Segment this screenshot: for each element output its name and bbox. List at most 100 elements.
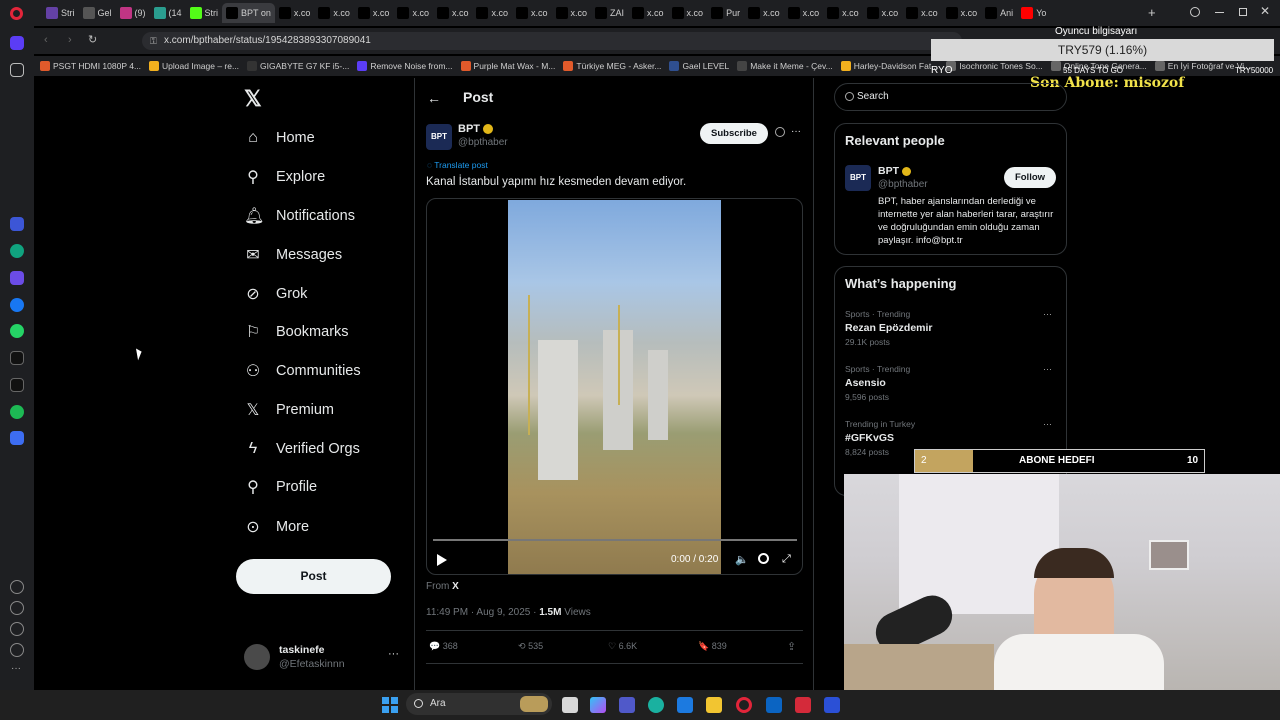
sidebar-more-icon[interactable]: ··· xyxy=(11,663,21,674)
person-avatar[interactable]: BPT xyxy=(845,165,871,191)
browser-tab[interactable]: x.co xyxy=(393,3,433,23)
browser-tab[interactable]: x.co xyxy=(668,3,708,23)
browser-tab[interactable]: x.co xyxy=(942,3,982,23)
reply-action[interactable]: 💬 368 xyxy=(429,641,458,652)
browser-tab[interactable]: Stri xyxy=(42,3,79,23)
browser-tab[interactable]: x.co xyxy=(354,3,394,23)
subscribe-button[interactable]: Subscribe xyxy=(700,123,768,144)
repost-action[interactable]: ⟲ 535 xyxy=(518,641,543,652)
search-box[interactable]: Search xyxy=(834,83,1067,111)
trend-more-icon[interactable]: ··· xyxy=(1043,309,1052,319)
tiktok-sidebar-icon[interactable] xyxy=(10,351,24,365)
store-icon[interactable] xyxy=(677,697,693,713)
person-name[interactable]: BPT xyxy=(878,165,911,177)
browser-tab[interactable]: x.co xyxy=(744,3,784,23)
new-tab-button[interactable]: + xyxy=(1148,6,1156,19)
nav-item-messages[interactable]: ✉ Messages xyxy=(244,243,342,267)
browser-tab[interactable]: BPT on xyxy=(222,3,275,23)
maximize-button[interactable] xyxy=(1239,8,1247,16)
teams-icon[interactable] xyxy=(619,697,635,713)
browser-tab[interactable]: Pur xyxy=(707,3,744,23)
video-settings-icon[interactable] xyxy=(758,553,769,564)
history-sidebar-icon[interactable] xyxy=(10,601,24,615)
bookmark-item[interactable]: Türkiye MEG - Asker... xyxy=(563,61,661,71)
browser-tab[interactable]: Stri xyxy=(186,3,223,23)
nav-item-profile[interactable]: ⚲ Profile xyxy=(244,475,317,499)
browser-tab[interactable]: x.co xyxy=(902,3,942,23)
start-icon[interactable] xyxy=(382,697,398,713)
nav-item-notifications[interactable]: 🔔︎ Notifications xyxy=(244,204,355,228)
opera-logo-icon[interactable] xyxy=(10,7,23,20)
bookmark-item[interactable]: Upload Image – re... xyxy=(149,61,239,71)
account-switcher[interactable]: taskinefe @Efetaskinnn ··· xyxy=(244,642,404,674)
spotify-sidebar-icon[interactable] xyxy=(10,405,24,419)
browser-tab[interactable]: (9) xyxy=(116,3,150,23)
browser-tab[interactable]: x.co xyxy=(552,3,592,23)
app-red-icon[interactable] xyxy=(795,697,811,713)
nav-item-more[interactable]: ⊙ More xyxy=(244,515,309,539)
outlook-icon[interactable] xyxy=(766,697,782,713)
like-action[interactable]: ♡ 6.6K xyxy=(608,641,637,652)
nav-item-premium[interactable]: 𝕏 Premium xyxy=(244,398,334,422)
browser-tab[interactable]: x.co xyxy=(433,3,473,23)
browser-tab[interactable]: Gel xyxy=(79,3,116,23)
post-button[interactable]: Post xyxy=(236,559,391,594)
browser-tab[interactable]: x.co xyxy=(472,3,512,23)
app-sidebar-icon[interactable] xyxy=(10,271,24,285)
bookmark-item[interactable]: PSGT HDMI 1080P 4... xyxy=(40,61,141,71)
chatgpt-sidebar-icon[interactable] xyxy=(10,244,24,258)
account-more-icon[interactable]: ··· xyxy=(388,648,399,660)
settings-sidebar-icon[interactable] xyxy=(10,622,24,636)
close-window-button[interactable]: ✕ xyxy=(1260,4,1270,18)
author-avatar[interactable]: BPT xyxy=(426,124,452,150)
aria-sidebar-icon[interactable] xyxy=(10,217,24,231)
trend-more-icon[interactable]: ··· xyxy=(1043,364,1052,374)
bookmark-item[interactable]: Make it Meme - Çev... xyxy=(737,61,833,71)
fullscreen-icon[interactable]: ⤢ xyxy=(782,553,791,566)
browser-tab[interactable]: x.co xyxy=(314,3,354,23)
x-logo-icon[interactable]: 𝕏 xyxy=(244,86,262,112)
opera-taskbar-icon[interactable] xyxy=(736,697,752,713)
video-player[interactable]: 0:00 / 0:20 🔈 ⤢ xyxy=(426,198,803,575)
trend-more-icon[interactable]: ··· xyxy=(1043,419,1052,429)
task-view-icon[interactable] xyxy=(562,697,578,713)
minimize-button[interactable] xyxy=(1215,12,1224,13)
nav-item-home[interactable]: ⌂ Home xyxy=(244,126,315,150)
back-arrow-icon[interactable]: ‹ xyxy=(44,34,48,46)
star-sidebar-icon[interactable] xyxy=(10,63,24,77)
browser-tab[interactable]: x.co xyxy=(863,3,903,23)
share-icon[interactable]: ⇪ xyxy=(787,640,796,653)
trend-item[interactable]: Sports · Trending Asensio 9,596 posts ··· xyxy=(845,364,1057,410)
browser-tab[interactable]: x.co xyxy=(275,3,315,23)
author-handle[interactable]: @bpthaber xyxy=(458,137,508,148)
reload-icon[interactable]: ↻ xyxy=(88,33,97,46)
player-sidebar-icon[interactable] xyxy=(10,431,24,445)
grok-icon[interactable] xyxy=(775,127,785,137)
home-sidebar-icon[interactable] xyxy=(10,36,24,50)
browser-tab[interactable]: Ani xyxy=(981,3,1017,23)
nav-item-verified-orgs[interactable]: ϟ Verified Orgs xyxy=(244,437,360,461)
bookmark-item[interactable]: Purple Mat Wax - M... xyxy=(460,61,555,71)
x-sidebar-icon[interactable] xyxy=(10,378,24,392)
nav-item-communities[interactable]: ⚇ Communities xyxy=(244,359,361,383)
play-icon[interactable] xyxy=(437,554,447,566)
from-source[interactable]: X xyxy=(452,581,459,592)
follow-button[interactable]: Follow xyxy=(1004,167,1056,188)
trend-item[interactable]: Sports · Trending Rezan Epözdemir 29.1K po… xyxy=(845,309,1057,355)
author-name[interactable]: BPT xyxy=(458,123,494,135)
post-timestamp[interactable]: 11:49 PM · Aug 9, 2025 · xyxy=(426,607,539,618)
translate-link[interactable]: ◌ Translate post xyxy=(427,160,488,170)
bookmark-item[interactable]: Gael LEVEL xyxy=(669,61,729,71)
browser-tab[interactable]: Yo xyxy=(1017,3,1050,23)
browser-tab[interactable]: x.co xyxy=(512,3,552,23)
browser-tab[interactable]: x.co xyxy=(784,3,824,23)
browser-tab[interactable]: x.co xyxy=(823,3,863,23)
bookmark-item[interactable]: Harley-Davidson Fat... xyxy=(840,61,938,71)
browser-search-icon[interactable] xyxy=(1190,7,1200,17)
messenger-sidebar-icon[interactable] xyxy=(10,298,24,312)
taskbar-search[interactable]: Ara xyxy=(406,693,552,715)
bookmark-item[interactable]: Remove Noise from... xyxy=(357,61,453,71)
whatsapp-sidebar-icon[interactable] xyxy=(10,324,24,338)
edge-icon[interactable] xyxy=(648,697,664,713)
tips-sidebar-icon[interactable] xyxy=(10,643,24,657)
